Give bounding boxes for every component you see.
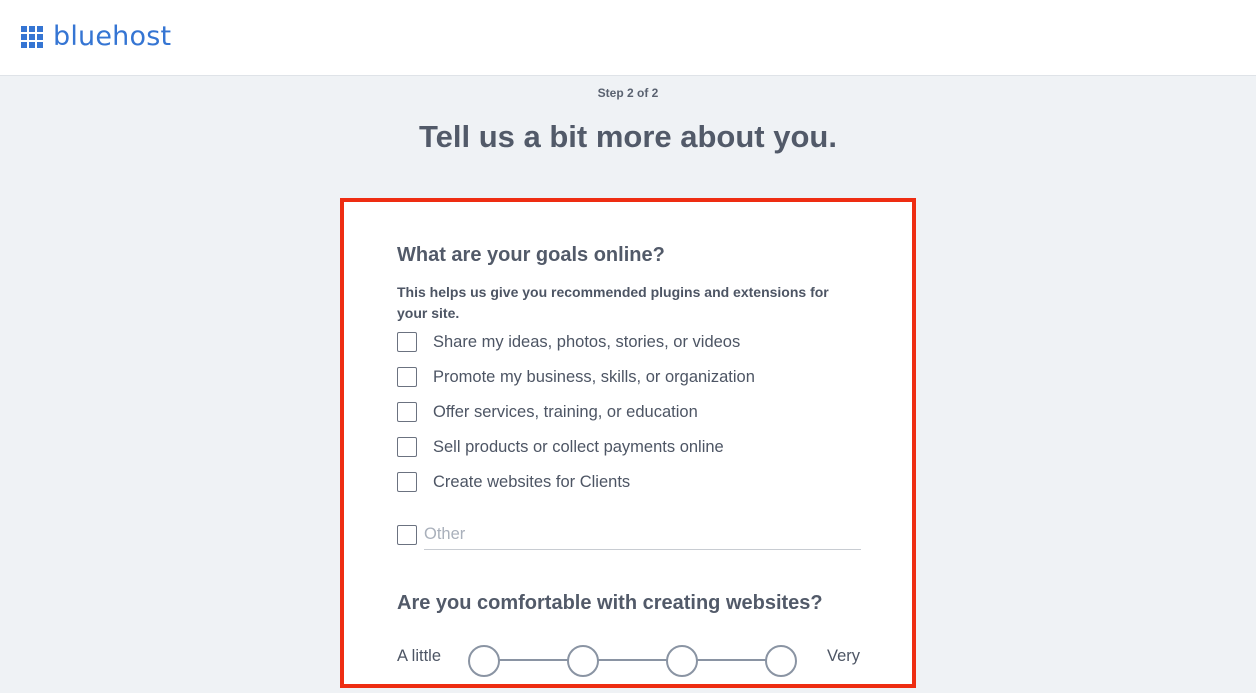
goal-option-promote[interactable]: Promote my business, skills, or organiza… — [397, 365, 755, 389]
other-checkbox[interactable] — [397, 525, 417, 545]
logo-text: bluehost — [53, 21, 172, 52]
comfort-scale: A little Very — [397, 642, 867, 682]
option-label: Offer services, training, or education — [433, 402, 698, 421]
scale-high-label: Very — [827, 647, 861, 665]
checkbox[interactable] — [397, 472, 417, 492]
top-bar: bluehost — [0, 0, 1256, 76]
goal-option-other — [397, 520, 863, 550]
goal-option-share[interactable]: Share my ideas, photos, stories, or vide… — [397, 330, 740, 354]
goal-option-clients[interactable]: Create websites for Clients — [397, 470, 630, 494]
option-label: Sell products or collect payments online — [433, 437, 724, 456]
onboarding-form-card: What are your goals online? This helps u… — [340, 198, 916, 688]
option-label: Share my ideas, photos, stories, or vide… — [433, 332, 741, 351]
option-label: Promote my business, skills, or organiza… — [433, 367, 755, 386]
goal-option-services[interactable]: Offer services, training, or education — [397, 400, 698, 424]
grid-logo-icon — [21, 26, 43, 48]
checkbox[interactable] — [397, 367, 417, 387]
checkbox[interactable] — [397, 332, 417, 352]
option-label: Create websites for Clients — [433, 472, 631, 491]
scale-track — [483, 659, 781, 661]
scale-option-4[interactable] — [765, 645, 797, 677]
other-input[interactable] — [424, 520, 861, 550]
scale-option-2[interactable] — [567, 645, 599, 677]
scale-low-label: A little — [397, 647, 442, 665]
checkbox[interactable] — [397, 437, 417, 457]
goals-question: What are your goals online? — [397, 244, 665, 266]
checkbox[interactable] — [397, 402, 417, 422]
goals-hint: This helps us give you recommended plugi… — [397, 284, 829, 321]
page-title: Tell us a bit more about you. — [419, 119, 837, 154]
scale-option-1[interactable] — [468, 645, 500, 677]
scale-option-3[interactable] — [666, 645, 698, 677]
bluehost-logo[interactable]: bluehost — [21, 22, 171, 52]
goal-option-sell[interactable]: Sell products or collect payments online — [397, 435, 724, 459]
comfort-question: Are you comfortable with creating websit… — [397, 592, 823, 614]
step-indicator: Step 2 of 2 — [597, 86, 659, 100]
